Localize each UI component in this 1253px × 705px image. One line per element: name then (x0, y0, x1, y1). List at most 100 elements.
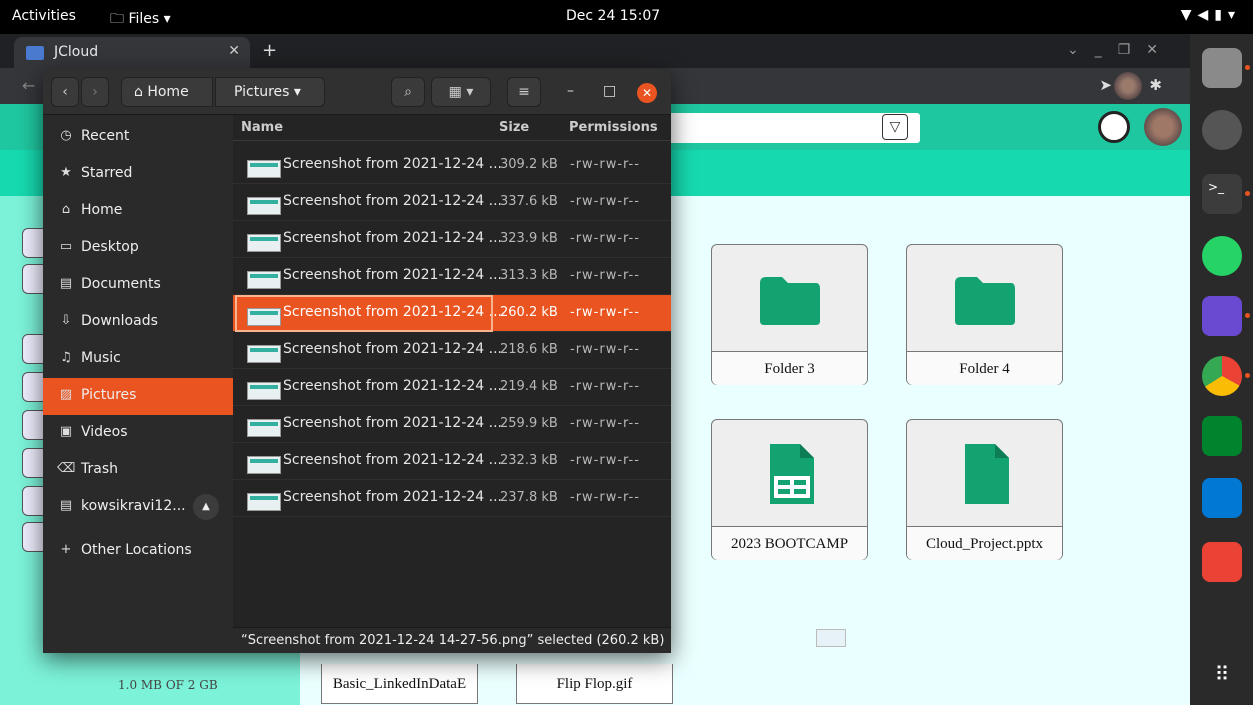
sidebar-item-starred[interactable]: ★ Starred (43, 156, 233, 193)
close-icon[interactable]: ✕ (637, 83, 657, 103)
terminal-icon[interactable]: >_ (1202, 174, 1242, 214)
files-app-icon[interactable] (1202, 48, 1242, 88)
file-name: Screenshot from 2021-12-24 ... (283, 378, 502, 394)
restore-icon[interactable]: ❐ (1118, 42, 1147, 58)
file-row[interactable]: Screenshot from 2021-12-24 ... 313.3 kB -r… (233, 258, 671, 295)
sidebar-item-desktop[interactable]: ▭ Desktop (43, 230, 233, 267)
file-tile[interactable]: 2023 BOOTCAMP (711, 419, 868, 560)
whatsapp-icon[interactable] (1202, 236, 1242, 276)
picture-icon: ▨ (59, 387, 73, 402)
back-icon[interactable]: ‹ (51, 77, 79, 107)
home-icon: ⌂ (134, 84, 143, 100)
tab-strip: JCloud ✕ + ⌄_❐✕ (0, 34, 1190, 68)
window-controls[interactable]: ⌄_❐✕ (1067, 42, 1174, 58)
file-permissions: -rw-rw-r-- (570, 157, 640, 172)
system-tray[interactable]: ▼◀▮▾ (1181, 7, 1241, 23)
web-search-box[interactable] (660, 113, 920, 143)
search-icon[interactable]: ⌕ (391, 77, 425, 107)
sidebar-item-recent[interactable]: ◷ Recent (43, 119, 233, 156)
meet-icon[interactable] (1202, 416, 1242, 456)
file-row[interactable]: Screenshot from 2021-12-24 ... 337.6 kB -r… (233, 184, 671, 221)
file-permissions: -rw-rw-r-- (570, 194, 640, 209)
sidebar-item-documents[interactable]: ▤ Documents (43, 267, 233, 304)
forward-icon[interactable]: › (81, 77, 109, 107)
breadcrumb-pictures-label: Pictures (234, 84, 290, 100)
file-row[interactable]: Screenshot from 2021-12-24 ... 260.2 kB -r… (233, 295, 671, 332)
sidebar-item-videos[interactable]: ▣ Videos (43, 415, 233, 452)
sidebar-item-label: Downloads (81, 313, 158, 329)
maximize-icon[interactable]: □ (603, 83, 616, 99)
vscode-icon[interactable] (1202, 478, 1242, 518)
file-list: Name Size Permissions Screenshot from 20… (233, 115, 671, 653)
file-tile[interactable]: Cloud_Project.pptx (906, 419, 1063, 560)
sidebar-item-downloads[interactable]: ⇩ Downloads (43, 304, 233, 341)
close-icon[interactable]: ✕ (1146, 42, 1174, 58)
clock[interactable]: Dec 24 15:07 (566, 8, 660, 24)
running-indicator (1245, 313, 1250, 318)
column-permissions[interactable]: Permissions (569, 120, 658, 135)
chrome-icon[interactable] (1202, 356, 1242, 396)
file-name: Screenshot from 2021-12-24 ... (283, 452, 502, 468)
files-app-menu[interactable]: 🗀 Files ▾ (110, 8, 171, 32)
file-tile[interactable]: Flip Flop.gif (516, 664, 673, 704)
file-row[interactable]: Screenshot from 2021-12-24 ... 323.9 kB -r… (233, 221, 671, 258)
folder-icon (760, 277, 820, 325)
document-icon: ▤ (59, 276, 73, 291)
menu-icon[interactable]: ≡ (507, 77, 541, 107)
folder-tile[interactable]: Folder 4 (906, 244, 1063, 385)
minimize-icon[interactable]: – (567, 83, 574, 99)
sidebar-item-label: Home (81, 202, 123, 218)
sidebar-item-home[interactable]: ⌂ Home (43, 193, 233, 230)
tile-label: 2023 BOOTCAMP (712, 526, 867, 560)
file-permissions: -rw-rw-r-- (570, 305, 640, 320)
spreadsheet-icon (770, 444, 814, 504)
user-avatar[interactable] (1144, 108, 1182, 146)
file-row[interactable]: Screenshot from 2021-12-24 ... 219.4 kB -r… (233, 369, 671, 406)
activities-button[interactable]: Activities (12, 8, 76, 24)
sidebar-item-kowsikravi12[interactable]: ▤ kowsikravi12... ▲ (43, 489, 233, 526)
sidebar-item-other-locations[interactable]: + Other Locations (43, 533, 233, 570)
file-size: 260.2 kB (500, 305, 558, 320)
file-tile[interactable]: Basic_LinkedInDataE (321, 664, 478, 704)
cube-app-icon[interactable] (1202, 296, 1242, 336)
back-arrow-icon[interactable]: ← (22, 76, 35, 95)
file-name: Screenshot from 2021-12-24 ... (283, 267, 502, 283)
sidebar-item-label: Pictures (81, 387, 137, 403)
filter-icon[interactable]: ▽ (882, 114, 908, 140)
sidebar-item-label: Trash (81, 461, 118, 477)
sidebar-item-music[interactable]: ♫ Music (43, 341, 233, 378)
new-tab-icon[interactable]: + (262, 40, 277, 61)
eject-icon[interactable]: ▲ (193, 494, 219, 520)
breadcrumb-home[interactable]: ⌂ Home (121, 77, 213, 107)
file-size: 309.2 kB (500, 157, 558, 172)
file-permissions: -rw-rw-r-- (570, 490, 640, 505)
settings-icon[interactable] (1202, 110, 1242, 150)
minimize-icon[interactable]: _ (1095, 42, 1118, 58)
browser-tab[interactable]: JCloud ✕ (14, 37, 250, 68)
column-name[interactable]: Name (241, 120, 283, 135)
file-row[interactable]: Screenshot from 2021-12-24 ... 259.9 kB -r… (233, 406, 671, 443)
home-icon: ⌂ (61, 202, 71, 217)
storage-usage: 1.0 MB OF 2 GB (118, 678, 218, 692)
column-size[interactable]: Size (499, 120, 529, 135)
file-size: 219.4 kB (500, 379, 558, 394)
view-toggle-button[interactable]: ▦ ▾ (431, 77, 491, 107)
sidebar-item-trash[interactable]: ⌫ Trash (43, 452, 233, 489)
extensions-icon[interactable]: ✱ (1149, 76, 1174, 94)
wifi-icon: ▼ (1180, 7, 1198, 23)
chevron-down-icon[interactable]: ⌄ (1067, 42, 1095, 58)
file-row[interactable]: Screenshot from 2021-12-24 ... 237.8 kB -r… (233, 480, 671, 517)
file-row[interactable]: Screenshot from 2021-12-24 ... 218.6 kB -r… (233, 332, 671, 369)
breadcrumb-pictures[interactable]: Pictures ▾ (215, 77, 325, 107)
file-name: Screenshot from 2021-12-24 ... (283, 193, 502, 209)
profile-avatar[interactable] (1114, 72, 1142, 100)
app-grid-icon[interactable]: ⠿ (1202, 654, 1242, 694)
gmail-icon[interactable] (1202, 542, 1242, 582)
close-tab-icon[interactable]: ✕ (228, 43, 240, 59)
folder-tile[interactable]: Folder 3 (711, 244, 868, 385)
theme-icon[interactable] (1098, 111, 1130, 143)
file-row[interactable]: Screenshot from 2021-12-24 ... 309.2 kB -r… (233, 147, 671, 184)
image-thumbnail-icon (247, 345, 281, 363)
file-row[interactable]: Screenshot from 2021-12-24 ... 232.3 kB -r… (233, 443, 671, 480)
sidebar-item-pictures[interactable]: ▨ Pictures (43, 378, 233, 415)
